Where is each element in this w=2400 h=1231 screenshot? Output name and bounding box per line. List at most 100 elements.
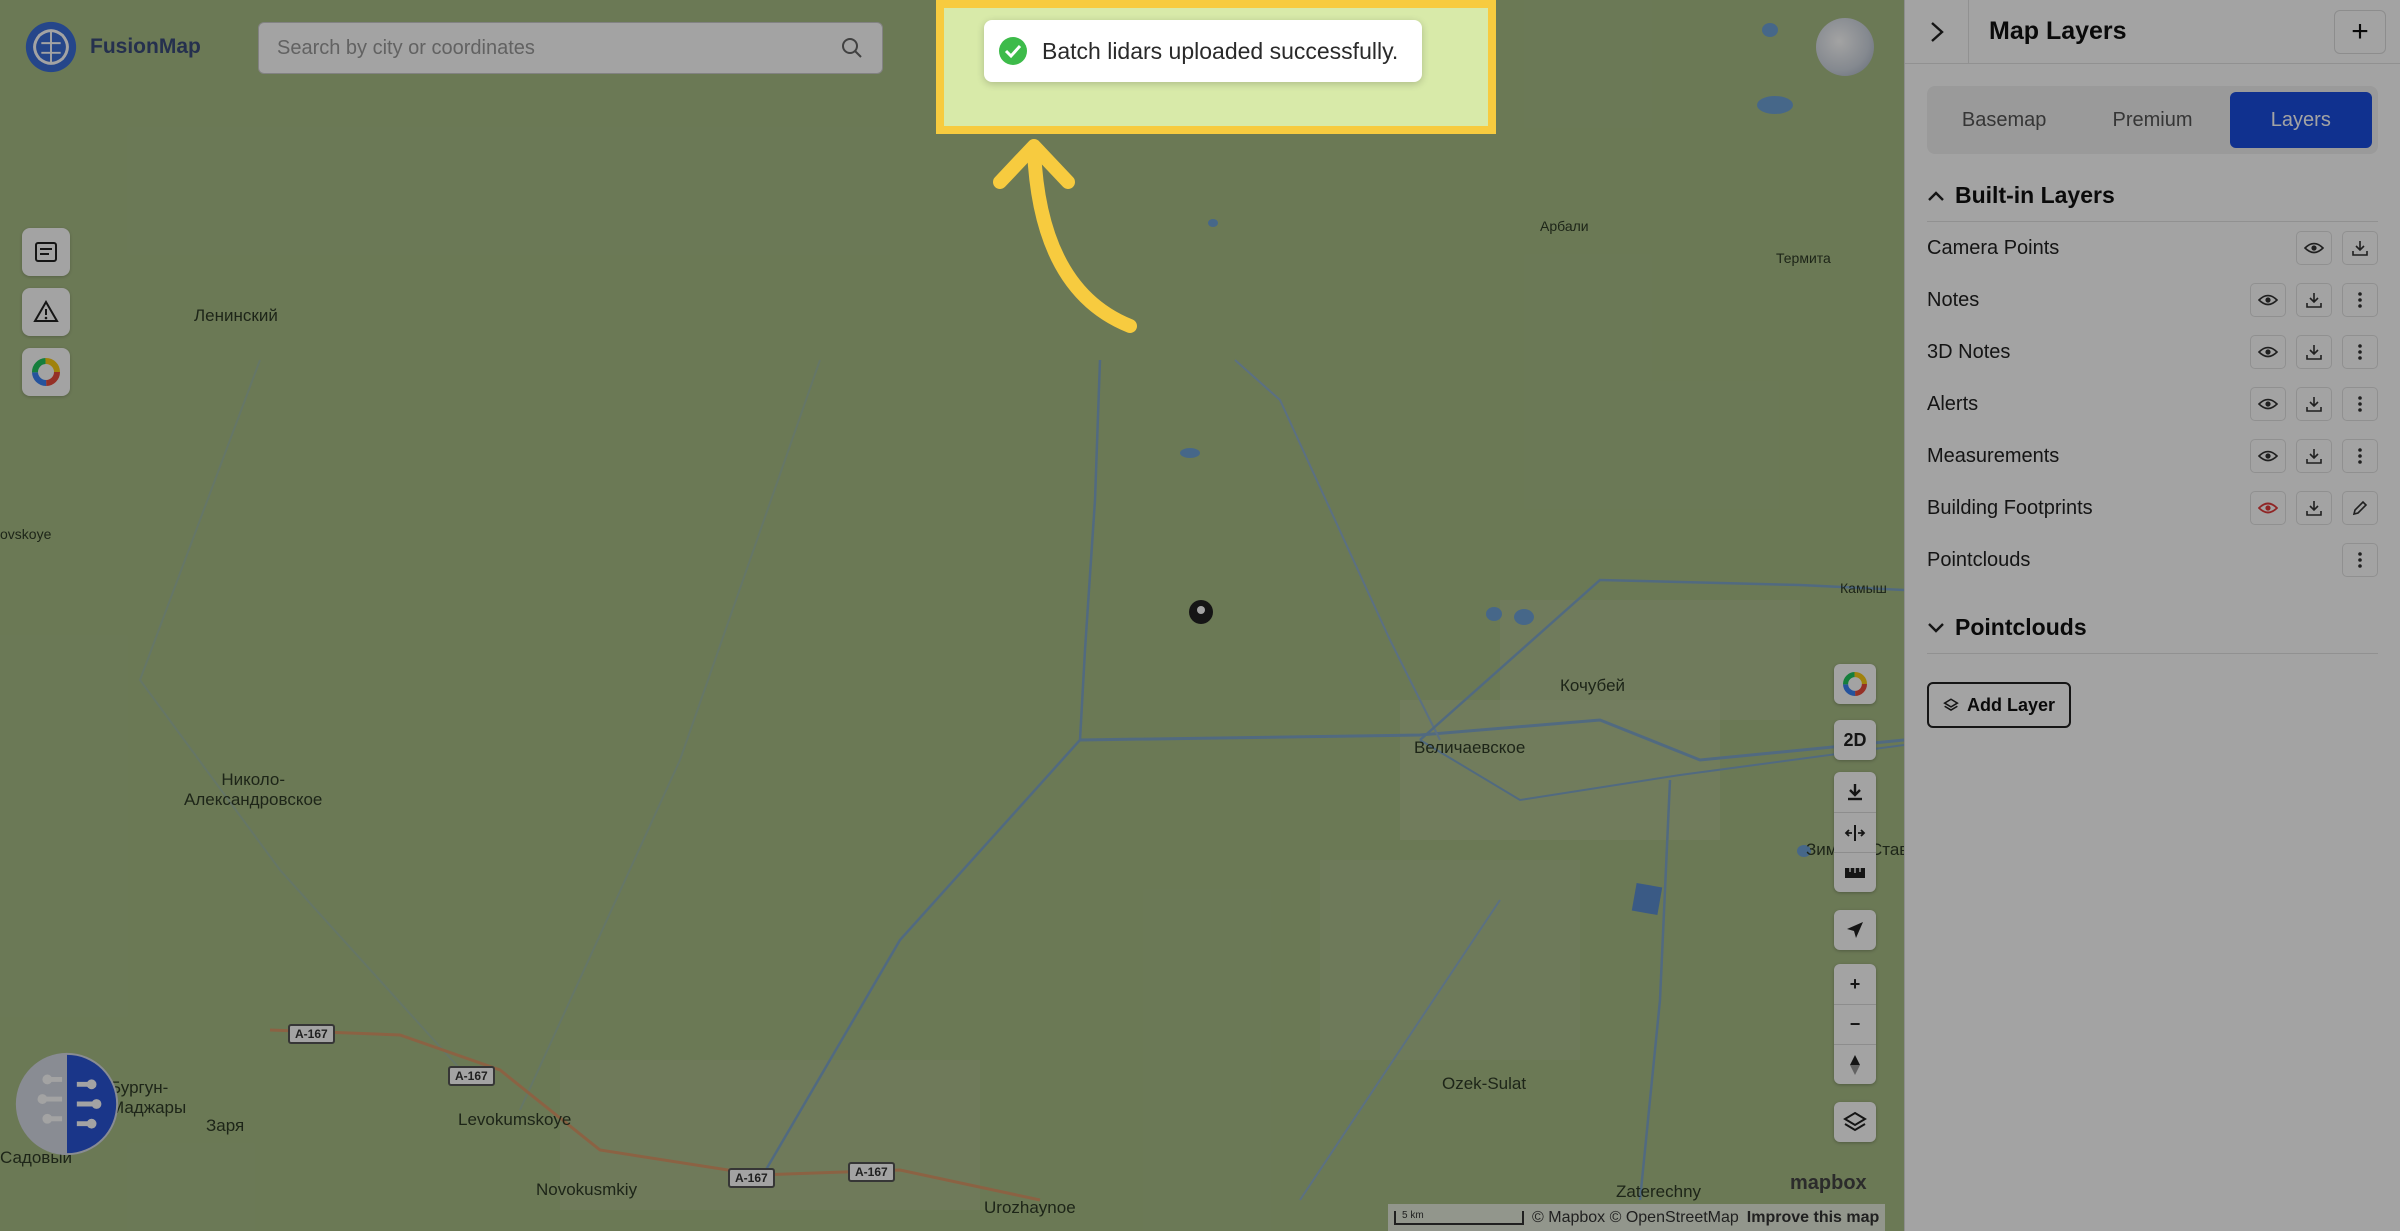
notes-button[interactable] [22, 228, 70, 276]
edit-icon[interactable] [2342, 491, 2378, 525]
improve-map-link[interactable]: Improve this map [1747, 1209, 1879, 1227]
tab-layers[interactable]: Layers [2229, 92, 2372, 148]
warning-icon [33, 300, 59, 322]
map-layers-panel: Map Layers + Basemap Premium Layers Buil… [1904, 0, 2400, 1231]
color-wheel-button[interactable] [1834, 664, 1876, 704]
layer-list: Camera Points Notes 3D Notes Alerts Measurem… [1905, 222, 2400, 586]
panel-tabs: Basemap Premium Layers [1927, 86, 2378, 154]
map-label: Арбали [1540, 218, 1589, 234]
eye-icon[interactable] [2250, 491, 2286, 525]
view-mode-button[interactable]: 2D [1834, 720, 1876, 760]
brand-logo[interactable]: FusionMap [22, 18, 201, 76]
alerts-button[interactable] [22, 288, 70, 336]
layer-label: Alerts [1927, 392, 1979, 415]
more-vertical-icon[interactable] [2342, 387, 2378, 421]
map-canvas[interactable]: Ленинский ovskoye Арбали Термита Камыш К… [0, 0, 1904, 1231]
map-label: Levokumskoye [458, 1110, 572, 1129]
split-view-button[interactable] [1834, 812, 1876, 852]
road-shield: A-167 [848, 1162, 895, 1182]
pointclouds-toggle[interactable]: Pointclouds [1927, 614, 2378, 654]
tool-control-group [1834, 772, 1876, 892]
chevron-up-icon [1928, 190, 1944, 201]
compass-icon [1850, 1054, 1860, 1075]
eye-icon[interactable] [2250, 387, 2286, 421]
search-bar[interactable] [258, 22, 883, 74]
compass-button[interactable] [1834, 1044, 1876, 1084]
more-vertical-icon[interactable] [2342, 543, 2378, 577]
map-label: Ленинский [194, 306, 278, 325]
success-toast[interactable]: Batch lidars uploaded successfully. [984, 20, 1422, 82]
map-label: ovskoye [0, 526, 52, 542]
layers-button[interactable] [1834, 1102, 1876, 1142]
geolocate-button[interactable] [1834, 910, 1876, 950]
callout-arrow-icon [993, 139, 1137, 333]
layer-label: Camera Points [1927, 236, 2060, 259]
geolocate-control[interactable] [1834, 910, 1876, 950]
navigation-arrow-icon [1847, 922, 1863, 938]
split-view-icon [1844, 824, 1866, 841]
more-vertical-icon[interactable] [2342, 439, 2378, 473]
attribution-text[interactable]: © Mapbox © OpenStreetMap [1532, 1209, 1739, 1227]
view-mode-control[interactable]: 2D [1834, 720, 1876, 760]
zoom-in-button[interactable]: + [1834, 964, 1876, 1004]
download-icon[interactable] [2342, 231, 2378, 265]
map-label: Николо- Александровское [184, 770, 323, 809]
layer-row: Camera Points [1927, 222, 2378, 274]
layers-control[interactable] [1834, 1102, 1876, 1142]
more-vertical-icon[interactable] [2342, 283, 2378, 317]
layers-icon [1943, 698, 1959, 711]
add-layer-button[interactable]: Add Layer [1927, 682, 2071, 728]
map-label: Термита [1776, 250, 1831, 266]
search-icon[interactable] [840, 36, 864, 60]
road-shield: A-167 [728, 1168, 775, 1188]
download-icon[interactable] [2296, 335, 2332, 369]
tab-basemap[interactable]: Basemap [1933, 92, 2075, 148]
layer-row: Pointclouds [1927, 534, 2378, 586]
map-label: Заря [206, 1116, 245, 1135]
eye-icon[interactable] [2296, 231, 2332, 265]
search-input[interactable] [277, 36, 840, 60]
panel-header: Map Layers + [1905, 0, 2400, 64]
measure-button[interactable] [1834, 852, 1876, 892]
add-layer-label: Add Layer [1966, 694, 2056, 715]
add-button[interactable]: + [2334, 9, 2386, 54]
toast-message: Batch lidars uploaded successfully. [1042, 37, 1399, 64]
eye-icon[interactable] [2250, 335, 2286, 369]
layer-row: Measurements [1927, 430, 2378, 482]
user-avatar[interactable] [1816, 18, 1874, 76]
brain-chip-icon [15, 1052, 119, 1156]
download-icon[interactable] [2296, 491, 2332, 525]
color-mode-control[interactable] [1834, 664, 1876, 704]
more-vertical-icon[interactable] [2342, 335, 2378, 369]
download-button[interactable] [1834, 772, 1876, 812]
brain-logo-icon [25, 21, 77, 73]
collapse-panel-button[interactable] [1905, 0, 1969, 64]
map-label: Величаевское [1414, 738, 1526, 757]
eye-icon[interactable] [2250, 439, 2286, 473]
zoom-out-button[interactable]: − [1834, 1004, 1876, 1044]
builtin-layers-toggle[interactable]: Built-in Layers [1927, 182, 2378, 222]
eye-icon[interactable] [2250, 283, 2286, 317]
map-label: Zaterechny [1616, 1182, 1702, 1201]
tab-premium[interactable]: Premium [2081, 92, 2223, 148]
chevron-right-icon [1930, 21, 1944, 42]
color-wheel-button[interactable] [22, 348, 70, 396]
zoom-control: + − [1834, 964, 1876, 1084]
road-shield: A-167 [288, 1024, 335, 1044]
chevron-down-icon [1928, 622, 1944, 633]
brand-name: FusionMap [90, 35, 201, 58]
map-attribution: 5 km © Mapbox © OpenStreetMap Improve th… [1388, 1204, 1886, 1231]
download-icon [1848, 784, 1862, 801]
left-toolbar [22, 228, 70, 396]
download-icon[interactable] [2296, 387, 2332, 421]
layers-icon [1843, 1111, 1867, 1132]
map-label: Novokusmkiy [536, 1180, 638, 1199]
map-label: Камыш [1840, 580, 1887, 596]
download-icon[interactable] [2296, 439, 2332, 473]
download-icon[interactable] [2296, 283, 2332, 317]
layer-label: Notes [1927, 288, 1980, 311]
layer-label: Building Footprints [1927, 496, 2093, 519]
map-label: Urozhaynoe [984, 1198, 1076, 1217]
section-title: Pointclouds [1955, 614, 2087, 640]
layer-row: 3D Notes [1927, 326, 2378, 378]
